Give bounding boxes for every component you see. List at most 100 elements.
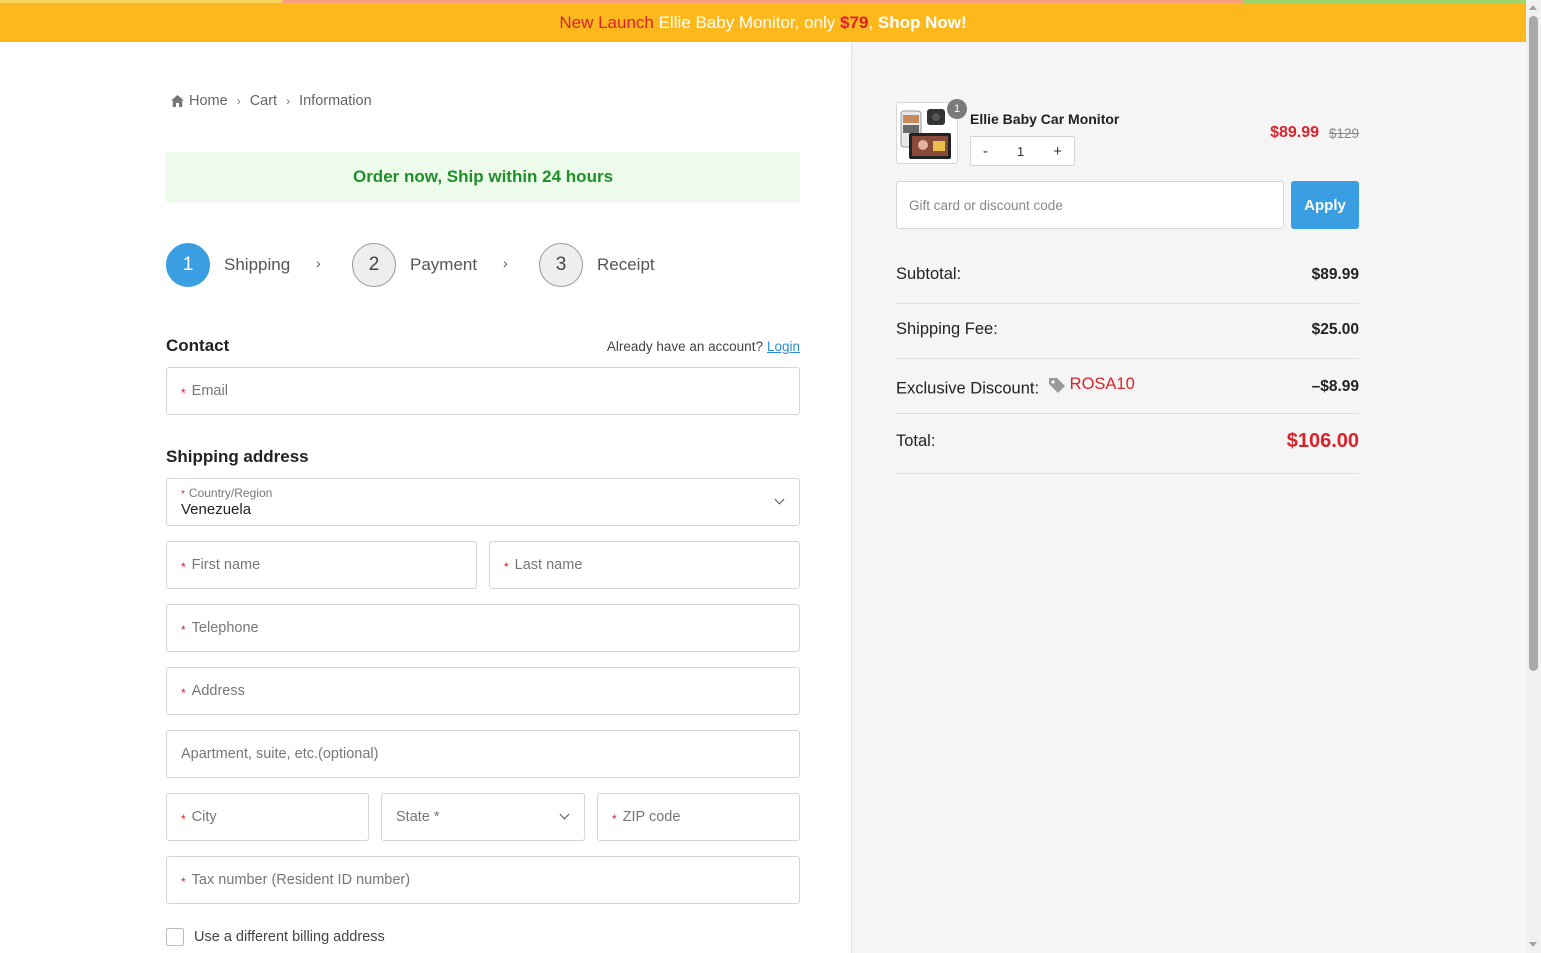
scroll-up-icon[interactable] (1529, 5, 1537, 10)
city-placeholder: City (191, 809, 217, 825)
state-select[interactable]: State * (381, 793, 585, 841)
last-name-placeholder: Last name (514, 557, 583, 573)
announcement-comma: , (868, 12, 874, 32)
city-field[interactable]: * City (166, 793, 369, 841)
shipping-address-title: Shipping address (166, 447, 309, 466)
country-select[interactable]: * Country/Region Venezuela (166, 478, 800, 526)
required-asterisk: * (181, 488, 185, 500)
tag-icon (1048, 377, 1065, 393)
email-placeholder: Email (191, 383, 228, 399)
required-asterisk: * (181, 560, 186, 574)
subtotal-label: Subtotal: (896, 265, 962, 283)
telephone-field[interactable]: * Telephone (166, 604, 800, 652)
subtotal-row: Subtotal: $89.99 (896, 265, 1359, 284)
step-shipping: 1 Shipping (166, 243, 290, 287)
quantity-badge: 1 (947, 99, 967, 119)
chevron-right-icon: › (316, 255, 321, 271)
product-original-price: $129 (1328, 126, 1359, 141)
divider (896, 473, 1359, 474)
required-asterisk: * (612, 812, 617, 826)
product-thumbnail: 1 (896, 99, 967, 164)
contact-title: Contact (166, 336, 230, 355)
divider (896, 303, 1359, 304)
breadcrumb-information: Information (299, 93, 372, 109)
step-label: Shipping (224, 255, 291, 274)
required-asterisk: * (181, 623, 186, 637)
discount-row: Exclusive Discount: ROSA10 –$8.99 (896, 375, 1359, 399)
discount-code-text: ROSA10 (1069, 375, 1135, 393)
account-prompt: Already have an account? Login (607, 339, 800, 354)
discount-code-input[interactable] (896, 181, 1284, 229)
product-price: $89.99 (1270, 124, 1319, 141)
required-asterisk: * (181, 812, 186, 826)
quantity-stepper: - 1 + (970, 136, 1075, 166)
step-number: 1 (166, 243, 210, 287)
state-placeholder: State * (396, 809, 440, 825)
last-name-field[interactable]: * Last name (489, 541, 800, 589)
discount-label-group: Exclusive Discount: ROSA10 (896, 375, 1135, 399)
chevron-right-icon: › (286, 94, 291, 108)
first-name-field[interactable]: * First name (166, 541, 477, 589)
step-label: Receipt (597, 255, 655, 274)
country-value: Venezuela (181, 501, 252, 518)
apartment-placeholder: Apartment, suite, etc.(optional) (181, 746, 379, 762)
chevron-down-icon (774, 494, 785, 505)
country-label: * Country/Region (181, 486, 272, 500)
step-number: 2 (352, 243, 396, 287)
shipping-fee-value: $25.00 (1311, 320, 1359, 338)
address-field[interactable]: * Address (166, 667, 800, 715)
total-row: Total: $106.00 (896, 430, 1359, 453)
billing-address-label: Use a different billing address (194, 929, 385, 945)
step-receipt: 3 Receipt (539, 243, 655, 287)
shop-now-link[interactable]: Shop Now! (878, 13, 967, 33)
discount-value: –$8.99 (1311, 377, 1359, 395)
announcement-price: $79 (840, 12, 869, 32)
chevron-down-icon (559, 809, 570, 820)
quantity-value[interactable]: 1 (1017, 144, 1024, 159)
step-payment: 2 Payment (352, 243, 477, 287)
total-label: Total: (896, 432, 936, 450)
login-link[interactable]: Login (767, 339, 800, 354)
product-name: Ellie Baby Car Monitor (970, 111, 1120, 127)
chevron-right-icon: › (503, 255, 508, 271)
chevron-right-icon: › (236, 94, 241, 108)
promo-text: Order now, Ship within 24 hours (352, 167, 614, 186)
required-asterisk: * (504, 560, 509, 574)
tax-number-field[interactable]: * Tax number (Resident ID number) (166, 856, 800, 904)
address-placeholder: Address (191, 683, 245, 699)
home-icon (171, 95, 184, 107)
zip-placeholder: ZIP code (622, 809, 681, 825)
account-prompt-text: Already have an account? (606, 339, 763, 354)
breadcrumb-home[interactable]: Home (189, 93, 228, 109)
breadcrumb-cart[interactable]: Cart (250, 93, 277, 109)
shipping-fee-row: Shipping Fee: $25.00 (896, 320, 1359, 339)
breadcrumb: Home › Cart › Information (171, 93, 372, 109)
country-label-text: Country/Region (188, 486, 273, 500)
quantity-decrease-button[interactable]: - (983, 143, 988, 160)
apartment-field[interactable]: Apartment, suite, etc.(optional) (166, 730, 800, 778)
page-scrollbar[interactable] (1526, 0, 1541, 953)
quantity-increase-button[interactable]: + (1053, 143, 1062, 160)
billing-address-option[interactable]: Use a different billing address (166, 928, 385, 946)
step-label: Payment (410, 255, 478, 274)
step-number: 3 (539, 243, 583, 287)
billing-address-checkbox[interactable] (166, 928, 184, 946)
scroll-down-icon[interactable] (1529, 942, 1537, 947)
announcement-bar[interactable]: New Launch Ellie Baby Monitor, only $79,… (0, 3, 1526, 42)
shipping-fee-label: Shipping Fee: (896, 320, 998, 338)
order-summary-panel (851, 42, 1526, 953)
apply-button[interactable]: Apply (1291, 181, 1359, 229)
email-field[interactable]: * Email (166, 367, 800, 415)
required-asterisk: * (181, 386, 186, 400)
tax-number-placeholder: Tax number (Resident ID number) (191, 872, 411, 888)
required-asterisk: * (181, 875, 186, 889)
telephone-placeholder: Telephone (191, 620, 259, 636)
divider (896, 413, 1359, 414)
shipping-promo-banner: Order now, Ship within 24 hours (166, 152, 800, 202)
zip-field[interactable]: * ZIP code (597, 793, 800, 841)
announcement-prefix: New Launch (559, 12, 654, 32)
scrollbar-thumb[interactable] (1529, 16, 1538, 671)
subtotal-value: $89.99 (1311, 265, 1359, 283)
discount-code: ROSA10 (1048, 375, 1135, 394)
total-value: $106.00 (1286, 430, 1359, 452)
